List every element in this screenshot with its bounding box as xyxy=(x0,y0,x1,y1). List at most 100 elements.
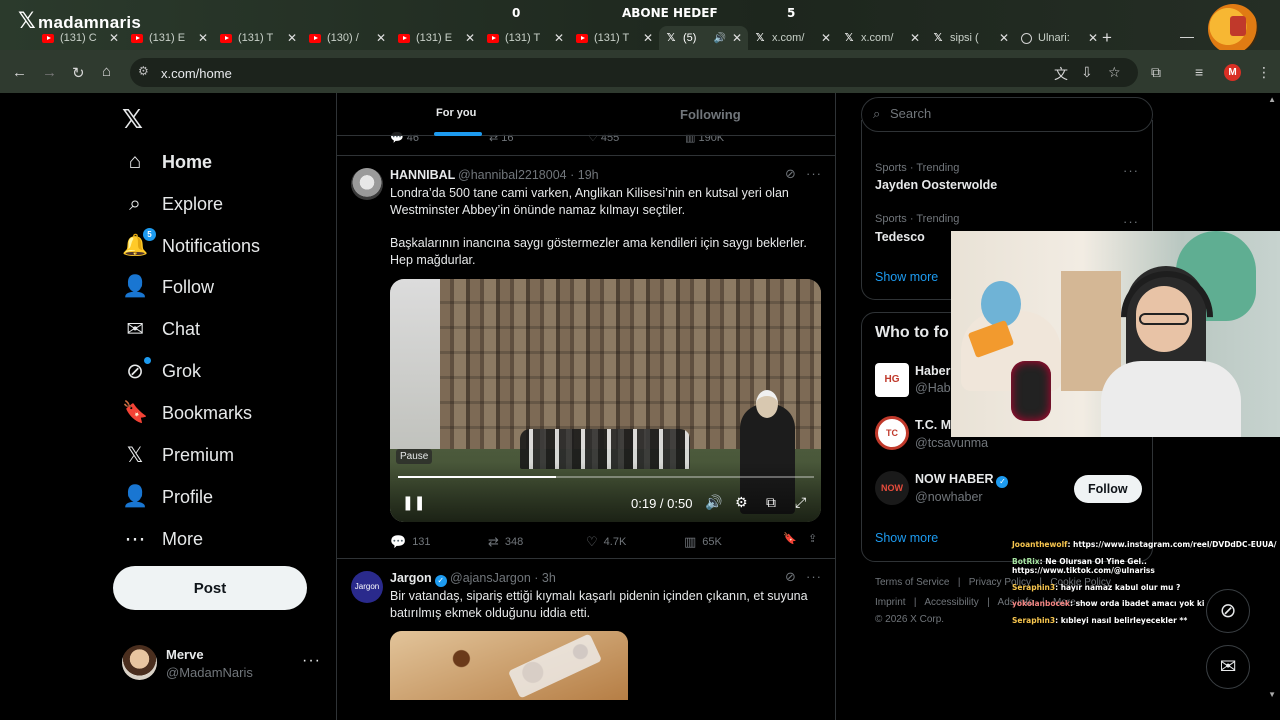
home-page-icon[interactable]: ⌂ xyxy=(102,63,111,80)
browser-tab[interactable]: (130) / ✕ xyxy=(303,26,392,50)
footer-imprint-link[interactable]: Imprint xyxy=(875,597,906,608)
trend-name[interactable]: Jayden Oosterwolde xyxy=(875,178,997,192)
who-to-follow-show-more[interactable]: Show more xyxy=(875,531,938,545)
scroll-down-icon[interactable]: ▼ xyxy=(1268,690,1276,699)
tweet-author-name[interactable]: Jargon ✓ xyxy=(390,571,447,587)
video-settings-icon[interactable]: ⚙ xyxy=(735,494,748,511)
sidebar-item-grok[interactable]: ⊘ Grok xyxy=(122,356,201,385)
address-bar[interactable] xyxy=(130,58,1138,87)
close-tab-icon[interactable]: ✕ xyxy=(465,31,475,45)
browser-tab[interactable]: (131) T ✕ xyxy=(570,26,659,50)
close-tab-icon[interactable]: ✕ xyxy=(910,31,920,45)
share-icon[interactable]: ⇪ xyxy=(808,532,817,545)
browser-tab[interactable]: 𝕏 (5) 🔊 ✕ xyxy=(659,26,748,50)
scroll-up-icon[interactable]: ▲ xyxy=(1268,95,1276,104)
trend-more-icon[interactable]: ··· xyxy=(1123,214,1139,229)
footer-accessibility-link[interactable]: Accessibility xyxy=(924,597,978,608)
follow-button[interactable]: Follow xyxy=(1074,475,1142,503)
wtf-avatar[interactable]: TC xyxy=(875,416,909,450)
browser-tab[interactable]: Ulnari: ✕ xyxy=(1015,26,1104,50)
browser-tab[interactable]: 𝕏x.com/ ✕ xyxy=(837,26,926,50)
wtf-handle[interactable]: @Hab xyxy=(915,381,951,395)
tab-for-you[interactable]: For you xyxy=(436,107,476,119)
sidebar-item-premium[interactable]: 𝕏 Premium xyxy=(122,441,234,469)
browser-tab[interactable]: 𝕏sipsi (✕ xyxy=(926,26,1015,50)
tweet-avatar[interactable]: Jargon xyxy=(351,571,383,603)
install-icon[interactable]: ⇩ xyxy=(1081,64,1093,81)
wtf-avatar[interactable]: HG xyxy=(875,363,909,397)
close-tab-icon[interactable]: ✕ xyxy=(643,31,653,45)
trend-name[interactable]: Tedesco xyxy=(875,230,925,244)
translate-icon[interactable]: 文 xyxy=(1054,64,1068,84)
tweet-more-icon[interactable]: ··· xyxy=(806,569,822,584)
close-tab-icon[interactable]: ✕ xyxy=(198,31,208,45)
tweet-avatar[interactable] xyxy=(351,168,383,200)
tweet-author-handle[interactable]: @ajansJargon · 3h xyxy=(450,571,556,585)
extensions-icon[interactable]: ⧉ xyxy=(1151,64,1161,81)
tweet-video[interactable] xyxy=(390,279,821,522)
search-input[interactable] xyxy=(890,106,1130,121)
site-info-icon[interactable]: ⚙ xyxy=(138,64,149,78)
close-tab-icon[interactable]: ✕ xyxy=(732,31,742,45)
browser-tab[interactable]: (131) E ✕ xyxy=(392,26,481,50)
new-tab-button[interactable]: + xyxy=(1102,28,1112,48)
sidebar-item-home[interactable]: ⌂ Home xyxy=(122,148,212,176)
wtf-name[interactable]: NOW HABER ✓ xyxy=(915,472,1009,488)
tweet-more-icon[interactable]: ··· xyxy=(806,166,822,181)
sidebar-item-notifications[interactable]: 🔔 5 Notifications xyxy=(122,228,260,260)
close-tab-icon[interactable]: ✕ xyxy=(554,31,564,45)
tweet-author-name[interactable]: HANNIBAL xyxy=(390,168,455,182)
sidebar-item-follow[interactable]: 👤 Follow xyxy=(122,273,214,301)
bookmark-star-icon[interactable]: ☆ xyxy=(1108,64,1121,81)
sidebar-item-profile[interactable]: 👤 Profile xyxy=(122,483,213,511)
browser-tab[interactable]: (131) C ✕ xyxy=(36,26,125,50)
trends-show-more[interactable]: Show more xyxy=(875,270,938,284)
close-tab-icon[interactable]: ✕ xyxy=(376,31,386,45)
wtf-name[interactable]: T.C. M xyxy=(915,418,951,432)
footer-terms-link[interactable]: Terms of Service xyxy=(875,577,949,588)
forward-icon[interactable]: → xyxy=(42,64,57,81)
wtf-avatar[interactable]: NOW xyxy=(875,471,909,505)
wtf-handle[interactable]: @nowhaber xyxy=(915,490,983,504)
account-menu-icon[interactable]: ··· xyxy=(302,652,321,670)
sidebar-item-bookmarks[interactable]: 🔖 Bookmarks xyxy=(122,399,252,427)
close-tab-icon[interactable]: ✕ xyxy=(109,31,119,45)
close-tab-icon[interactable]: ✕ xyxy=(821,31,831,45)
account-name[interactable]: Merve xyxy=(166,647,204,662)
tweet-image[interactable] xyxy=(390,631,628,700)
reply-button[interactable]: 💬 131 xyxy=(390,534,431,550)
volume-icon[interactable]: 🔊 xyxy=(705,494,722,511)
browser-tab[interactable]: (131) T ✕ xyxy=(481,26,570,50)
tab-following[interactable]: Following xyxy=(680,107,741,122)
browser-tab[interactable]: 𝕏x.com/ ✕ xyxy=(748,26,837,50)
like-button[interactable]: ♡ 4.7K xyxy=(586,534,626,550)
sidebar-item-explore[interactable]: ⌕ Explore xyxy=(122,190,223,218)
bookmark-tweet-icon[interactable]: 🔖 xyxy=(783,532,797,545)
back-icon[interactable]: ← xyxy=(12,64,27,81)
browser-tab[interactable]: (131) T ✕ xyxy=(214,26,303,50)
sidebar-item-chat[interactable]: ✉ Chat xyxy=(122,315,200,343)
x-logo-icon[interactable]: 𝕏 xyxy=(122,104,143,135)
sidebar-item-more[interactable]: ⋯ More xyxy=(122,525,204,553)
browser-tab[interactable]: (131) E ✕ xyxy=(125,26,214,50)
post-button[interactable]: Post xyxy=(113,566,307,610)
media-control-icon[interactable]: ≡ xyxy=(1195,64,1203,80)
grok-explain-icon[interactable]: ⊘ xyxy=(785,166,796,182)
fullscreen-icon[interactable]: ⤢ xyxy=(795,494,806,511)
account-handle[interactable]: @MadamNaris xyxy=(166,665,253,680)
close-tab-icon[interactable]: ✕ xyxy=(287,31,297,45)
tweet-author-handle[interactable]: @hannibal2218004 · 19h xyxy=(458,168,599,182)
minimize-icon[interactable]: — xyxy=(1180,28,1194,44)
views-button[interactable]: ▥ 65K xyxy=(684,534,722,550)
picture-in-picture-icon[interactable]: ⧉ xyxy=(766,494,776,511)
reload-icon[interactable]: ↻ xyxy=(72,64,85,82)
repost-button[interactable]: ⇄ 348 xyxy=(488,534,523,550)
messages-float-icon[interactable]: ✉ xyxy=(1206,645,1250,689)
close-tab-icon[interactable]: ✕ xyxy=(999,31,1009,45)
wtf-name[interactable]: Haber xyxy=(915,364,950,378)
tab-audio-icon[interactable]: 🔊 xyxy=(713,33,725,44)
trend-more-icon[interactable]: ··· xyxy=(1123,163,1139,178)
close-tab-icon[interactable]: ✕ xyxy=(1088,31,1098,45)
account-avatar[interactable] xyxy=(122,645,157,680)
grok-float-icon[interactable]: ⊘ xyxy=(1206,589,1250,633)
